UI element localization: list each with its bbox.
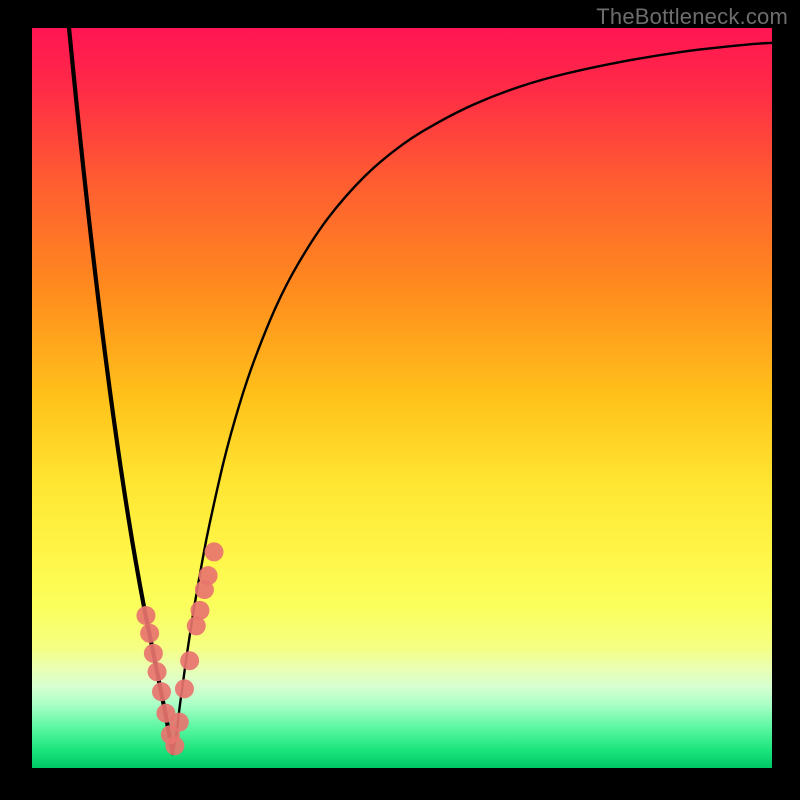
data-marker xyxy=(190,601,209,620)
watermark-text: TheBottleneck.com xyxy=(596,4,788,30)
chart-plot-area xyxy=(32,28,772,768)
data-marker xyxy=(175,679,194,698)
data-marker xyxy=(136,606,155,625)
data-marker xyxy=(140,624,159,643)
data-marker xyxy=(152,682,171,701)
gradient-background xyxy=(32,28,772,768)
data-marker xyxy=(199,566,218,585)
data-marker xyxy=(165,736,184,755)
chart-svg xyxy=(32,28,772,768)
data-marker xyxy=(180,651,199,670)
chart-frame: TheBottleneck.com xyxy=(0,0,800,800)
data-marker xyxy=(205,542,224,561)
data-marker xyxy=(144,644,163,663)
data-marker xyxy=(148,662,167,681)
data-marker xyxy=(170,713,189,732)
